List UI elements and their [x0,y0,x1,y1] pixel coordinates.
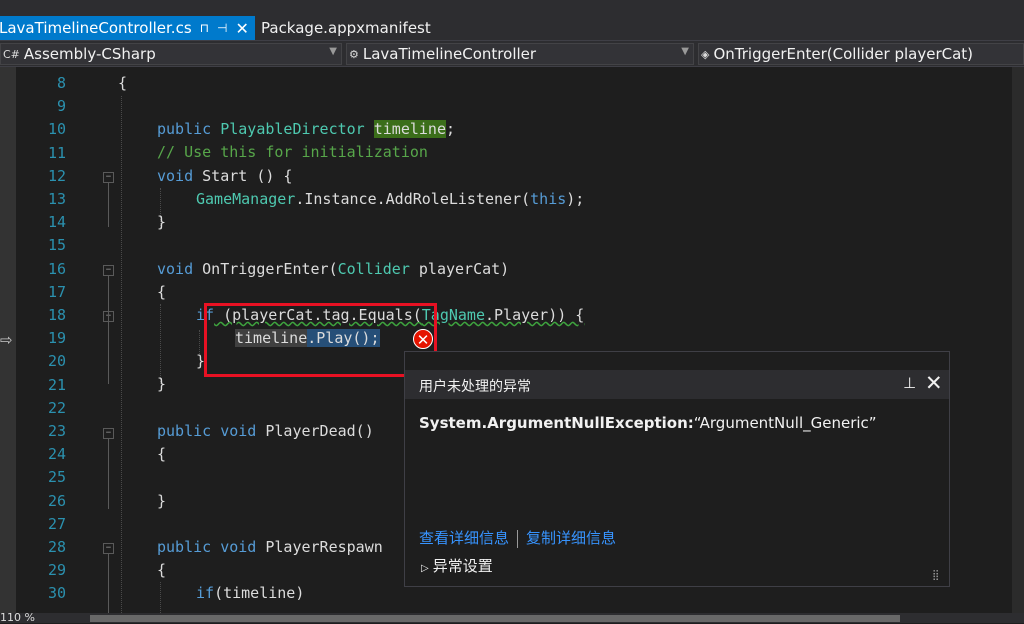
code-line[interactable]: { [118,74,127,92]
line-number: 28 [47,538,66,556]
code-line[interactable]: public void PlayerRespawn [157,538,383,556]
class-icon: ⚙ [349,47,359,61]
code-line[interactable]: void Start () { [157,167,292,185]
code-line[interactable]: // Use this for initialization [157,143,428,161]
code-line[interactable]: GameManager.Instance.AddRoleListener(thi… [196,190,584,208]
code-line[interactable]: { [157,561,166,579]
member-label: OnTriggerEnter(Collider playerCat) [713,45,974,63]
code-line[interactable]: void OnTriggerEnter(Collider playerCat) [157,260,509,278]
line-number: 14 [47,213,66,231]
line-number: 9 [56,97,66,115]
line-number: 15 [47,236,66,254]
code-line[interactable]: if(timeline) [196,584,304,602]
current-statement-arrow-icon: ⇨ [0,331,13,349]
zoom-level[interactable]: 110 % [0,612,35,623]
class-dropdown[interactable]: ⚙ LavaTimelineController ▼ [346,43,694,65]
line-number: 21 [47,376,66,394]
resize-grip-icon[interactable]: ⣿ [932,570,939,581]
chevron-down-icon: ▼ [329,46,337,57]
indent-guide [160,582,161,613]
pin-icon[interactable]: ⊥ [903,374,916,392]
tab-package-appxmanifest[interactable]: Package.appxmanifest [255,16,455,40]
code-line[interactable]: { [157,283,166,301]
line-number: 30 [47,584,66,602]
close-icon[interactable]: ✕ [235,19,248,38]
exception-helper-popup: 用户未处理的异常 ⊥ ✕ System.ArgumentNullExceptio… [404,351,950,587]
line-number: 27 [47,515,66,533]
copy-details-link[interactable]: 复制详细信息 [526,529,616,547]
keep-open-icon[interactable]: ⊣ [217,21,227,35]
highlight-box [204,303,437,377]
line-number: 25 [47,468,66,486]
line-number: 16 [47,260,66,278]
vertical-scrollbar[interactable] [1012,67,1024,613]
exception-settings-label: 异常设置 [432,557,493,575]
popup-header: 用户未处理的异常 ⊥ ✕ [405,370,949,399]
line-number: 10 [47,120,66,138]
collapse-icon[interactable]: − [103,172,114,183]
expand-triangle-icon: ▷ [421,563,429,574]
tab-label: LavaTimelineController.cs [0,19,192,37]
navigation-bar: C# Assembly-CSharp ▼ ⚙ LavaTimelineContr… [0,40,1024,67]
line-number: 19 [47,329,66,347]
line-number: 18 [47,306,66,324]
collapse-icon[interactable]: − [103,265,114,276]
error-icon: ✕ [413,329,433,349]
csharp-icon: C# [3,47,20,61]
tab-strip: LavaTimelineController.cs ⊓ ⊣ ✕ Package.… [0,0,1024,40]
class-label: LavaTimelineController [362,45,537,63]
line-number: 24 [47,445,66,463]
popup-title: 用户未处理的异常 [419,379,531,395]
fold-line [108,183,109,227]
link-divider [517,529,519,548]
line-number: 11 [47,144,66,162]
fold-line [108,439,109,509]
code-line[interactable]: public PlayableDirector timeline; [157,120,455,138]
line-number: 29 [47,561,66,579]
code-line[interactable]: } [157,492,166,510]
line-number: 12 [47,167,66,185]
popup-links: 查看详细信息 复制详细信息 [419,527,616,548]
close-icon[interactable]: ✕ [925,371,943,395]
fold-line [108,554,109,613]
project-dropdown[interactable]: C# Assembly-CSharp ▼ [0,43,342,65]
indent-guide [121,96,122,613]
code-line[interactable]: { [157,445,166,463]
tab-lava-timeline-controller[interactable]: LavaTimelineController.cs ⊓ ⊣ ✕ [0,16,255,40]
exception-message: System.ArgumentNullException:“ArgumentNu… [419,414,877,432]
tab-label: Package.appxmanifest [261,19,431,37]
exception-type: System.ArgumentNullException: [419,414,694,432]
collapse-icon[interactable]: − [103,543,114,554]
line-number: 20 [47,352,66,370]
code-line[interactable]: public void PlayerDead() [157,422,374,440]
fold-line [108,276,109,384]
line-number: 8 [56,74,66,92]
exception-settings-toggle[interactable]: ▷ 异常设置 [421,555,493,576]
indent-guide [160,304,161,384]
method-icon: ◈ [701,47,710,61]
line-number: 23 [47,422,66,440]
code-line[interactable]: } [157,375,166,393]
code-line[interactable]: } [157,213,166,231]
indent-guide [199,330,200,354]
chevron-down-icon: ▼ [681,46,689,57]
view-details-link[interactable]: 查看详细信息 [419,529,509,547]
line-number: 17 [47,283,66,301]
project-label: Assembly-CSharp [23,45,156,63]
horizontal-scrollbar[interactable] [90,615,900,622]
pin-icon[interactable]: ⊓ [200,21,209,35]
member-dropdown[interactable]: ◈ OnTriggerEnter(Collider playerCat) [698,43,1024,65]
line-number: 13 [47,190,66,208]
collapse-icon[interactable]: − [103,428,114,439]
line-number: 26 [47,492,66,510]
exception-text: “ArgumentNull_Generic” [693,414,877,432]
line-number: 22 [47,399,66,417]
